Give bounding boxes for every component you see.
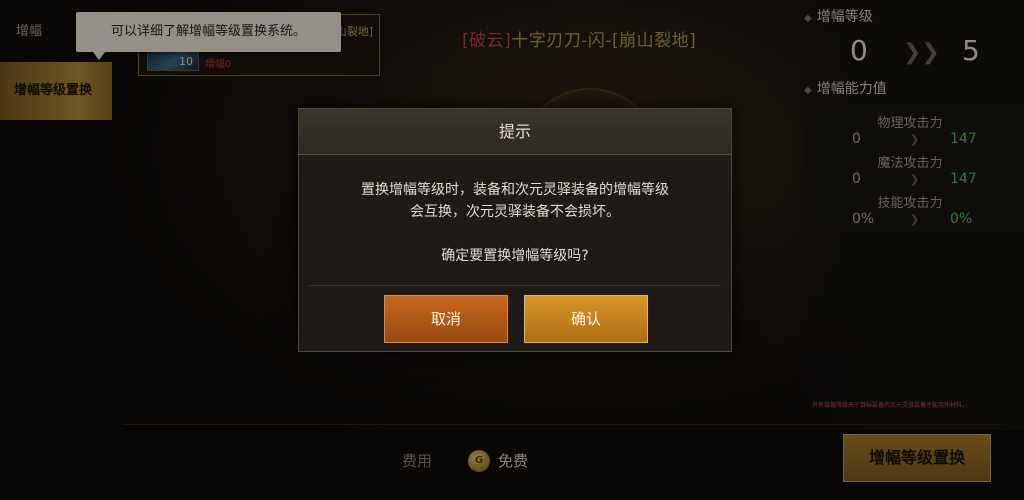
dialog-divider [309, 285, 721, 286]
dialog-message: 置换增幅等级时，装备和次元灵驿装备的增幅等级 会互换，次元灵驿装备不会损坏。 [319, 179, 711, 223]
dialog-message-line-1: 置换增幅等级时，装备和次元灵驿装备的增幅等级 [361, 182, 669, 198]
confirm-button[interactable]: 确认 [524, 295, 648, 343]
dialog-question: 确定要置换增幅等级吗? [441, 248, 589, 264]
dialog-title: 提示 [299, 109, 731, 155]
dialog-message-line-2: 会互换，次元灵驿装备不会损坏。 [410, 204, 620, 220]
cancel-button[interactable]: 取消 [384, 295, 508, 343]
confirm-dialog: 提示 置换增幅等级时，装备和次元灵驿装备的增幅等级 会互换，次元灵驿装备不会损坏… [298, 108, 732, 352]
